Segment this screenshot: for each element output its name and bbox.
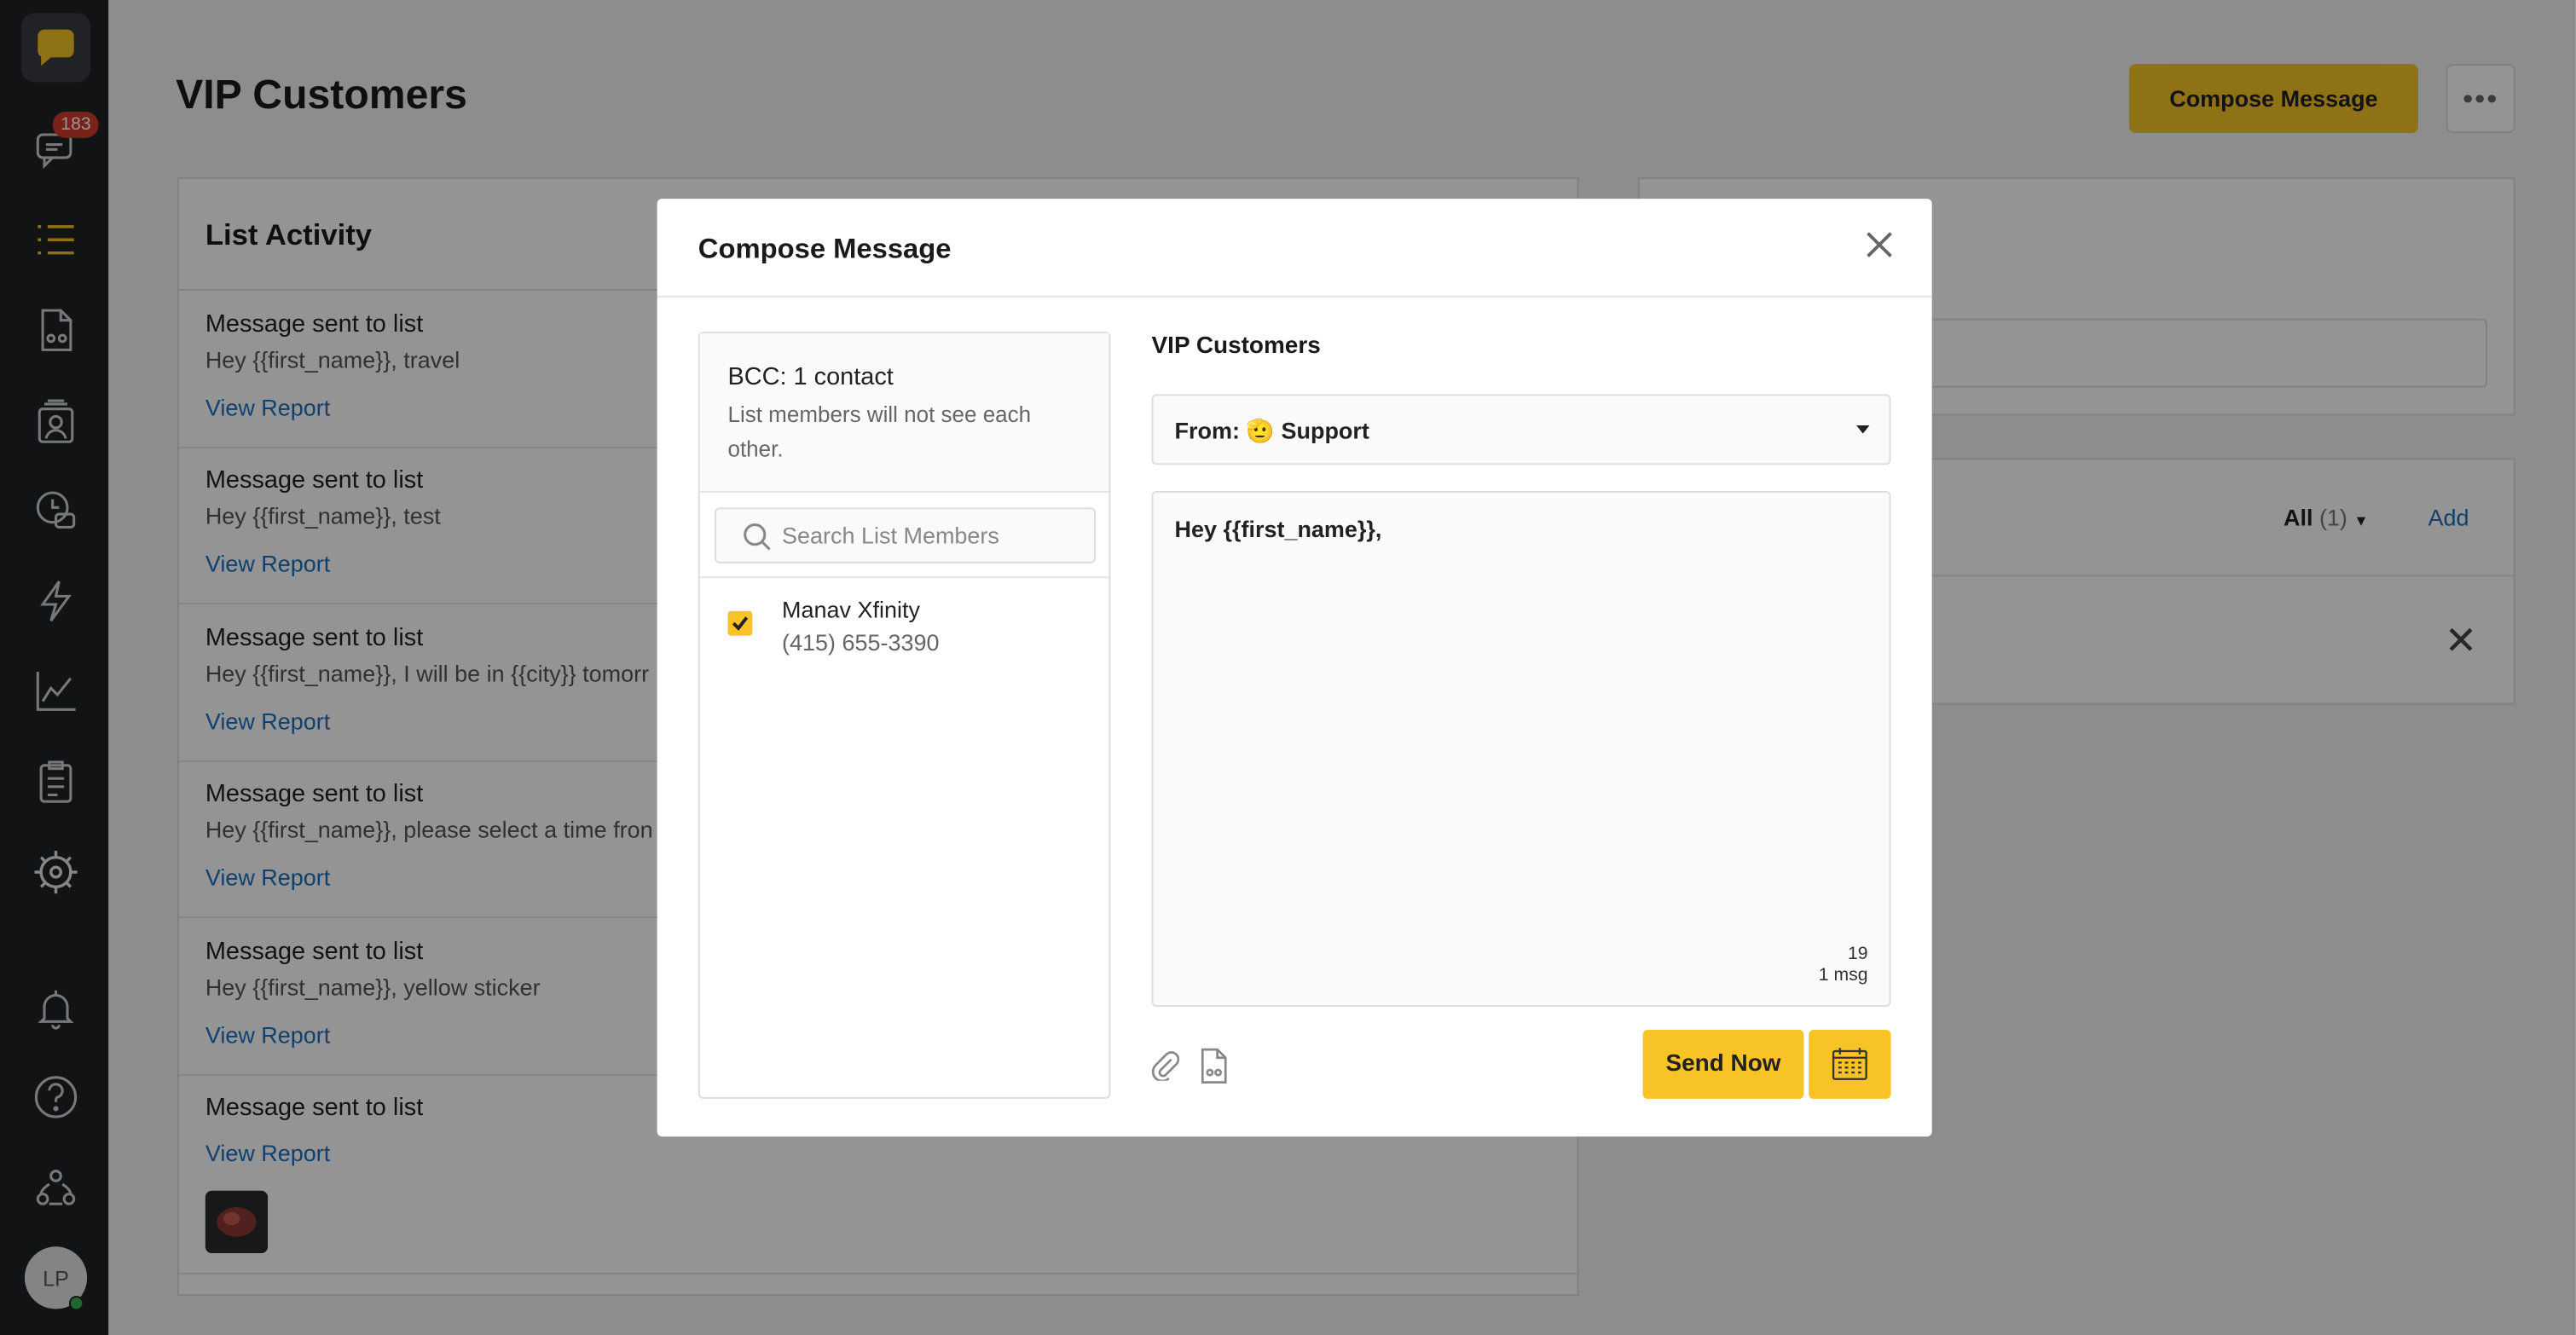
- bcc-note: List members will not see each other.: [727, 402, 1032, 462]
- checkmark-icon: [732, 616, 749, 631]
- member-search: [715, 507, 1097, 563]
- message-textarea[interactable]: Hey {{first_name}}, 19 1 msg: [1151, 491, 1891, 1008]
- char-count: 19: [1847, 944, 1868, 964]
- from-select[interactable]: From: 🫡 Support: [1151, 394, 1891, 465]
- member-checkbox[interactable]: [727, 610, 753, 636]
- member-phone: (415) 655-3390: [782, 628, 940, 656]
- template-icon[interactable]: [1199, 1048, 1229, 1084]
- msg-count: 1 msg: [1818, 965, 1868, 985]
- member-name: Manav Xfinity: [782, 596, 920, 623]
- bcc-members-panel: BCC: 1 contact List members will not see…: [698, 332, 1111, 1099]
- message-text: Hey {{first_name}},: [1174, 515, 1382, 542]
- from-label: From: 🫡 Support: [1174, 417, 1369, 444]
- divider: [699, 576, 1109, 579]
- modal-header: Compose Message: [657, 199, 1932, 298]
- send-now-button[interactable]: Send Now: [1642, 1029, 1804, 1099]
- close-icon[interactable]: [1861, 225, 1897, 264]
- calendar-icon: [1832, 1048, 1867, 1080]
- chevron-down-icon: [1856, 425, 1870, 434]
- compose-message-modal: Compose Message BCC: 1 contact List memb…: [657, 199, 1932, 1137]
- modal-title: Compose Message: [698, 233, 952, 265]
- search-icon: [744, 523, 771, 551]
- bcc-header: BCC: 1 contact List members will not see…: [699, 333, 1109, 493]
- search-input[interactable]: [782, 517, 1086, 554]
- paperclip-icon[interactable]: [1150, 1048, 1180, 1083]
- bcc-title: BCC: 1 contact: [727, 362, 894, 391]
- list-name: VIP Customers: [1151, 333, 1321, 360]
- character-count: 19 1 msg: [1819, 945, 1868, 987]
- schedule-button[interactable]: [1809, 1029, 1891, 1099]
